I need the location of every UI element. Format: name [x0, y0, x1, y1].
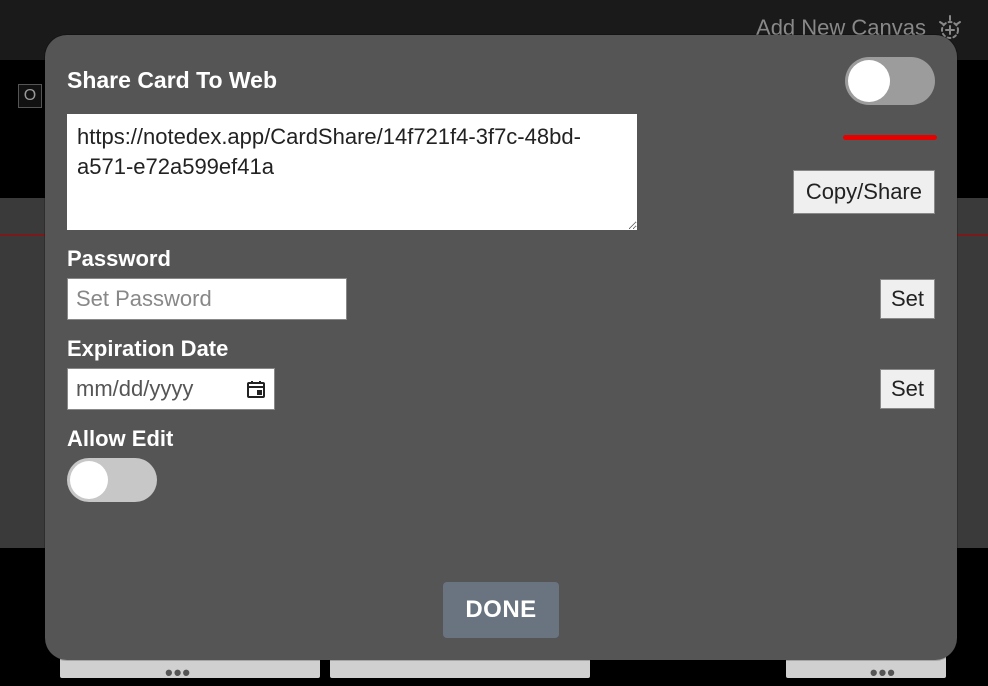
- allow-edit-label: Allow Edit: [67, 426, 935, 452]
- toggle-knob: [70, 461, 108, 499]
- share-enable-toggle[interactable]: [845, 57, 935, 105]
- ellipsis-icon: •••: [870, 660, 896, 686]
- dialog-title: Share Card To Web: [67, 67, 277, 94]
- expiration-date-placeholder: mm/dd/yyyy: [76, 376, 193, 402]
- done-button[interactable]: DONE: [443, 582, 558, 638]
- password-set-button[interactable]: Set: [880, 279, 935, 319]
- expiration-set-button[interactable]: Set: [880, 369, 935, 409]
- share-card-dialog: Share Card To Web Copy/Share Password Se…: [45, 35, 957, 660]
- calendar-icon: [246, 379, 266, 399]
- ellipsis-icon: •••: [165, 660, 191, 686]
- expiration-label: Expiration Date: [67, 336, 935, 362]
- allow-edit-toggle[interactable]: [67, 458, 157, 502]
- password-input[interactable]: [67, 278, 347, 320]
- left-small-button[interactable]: O: [18, 84, 42, 108]
- copy-share-button[interactable]: Copy/Share: [793, 170, 935, 214]
- toggle-knob: [848, 60, 890, 102]
- toggle-highlight-underline: [843, 135, 937, 140]
- share-url-textarea[interactable]: [67, 114, 637, 230]
- password-label: Password: [67, 246, 935, 272]
- expiration-date-input[interactable]: mm/dd/yyyy: [67, 368, 275, 410]
